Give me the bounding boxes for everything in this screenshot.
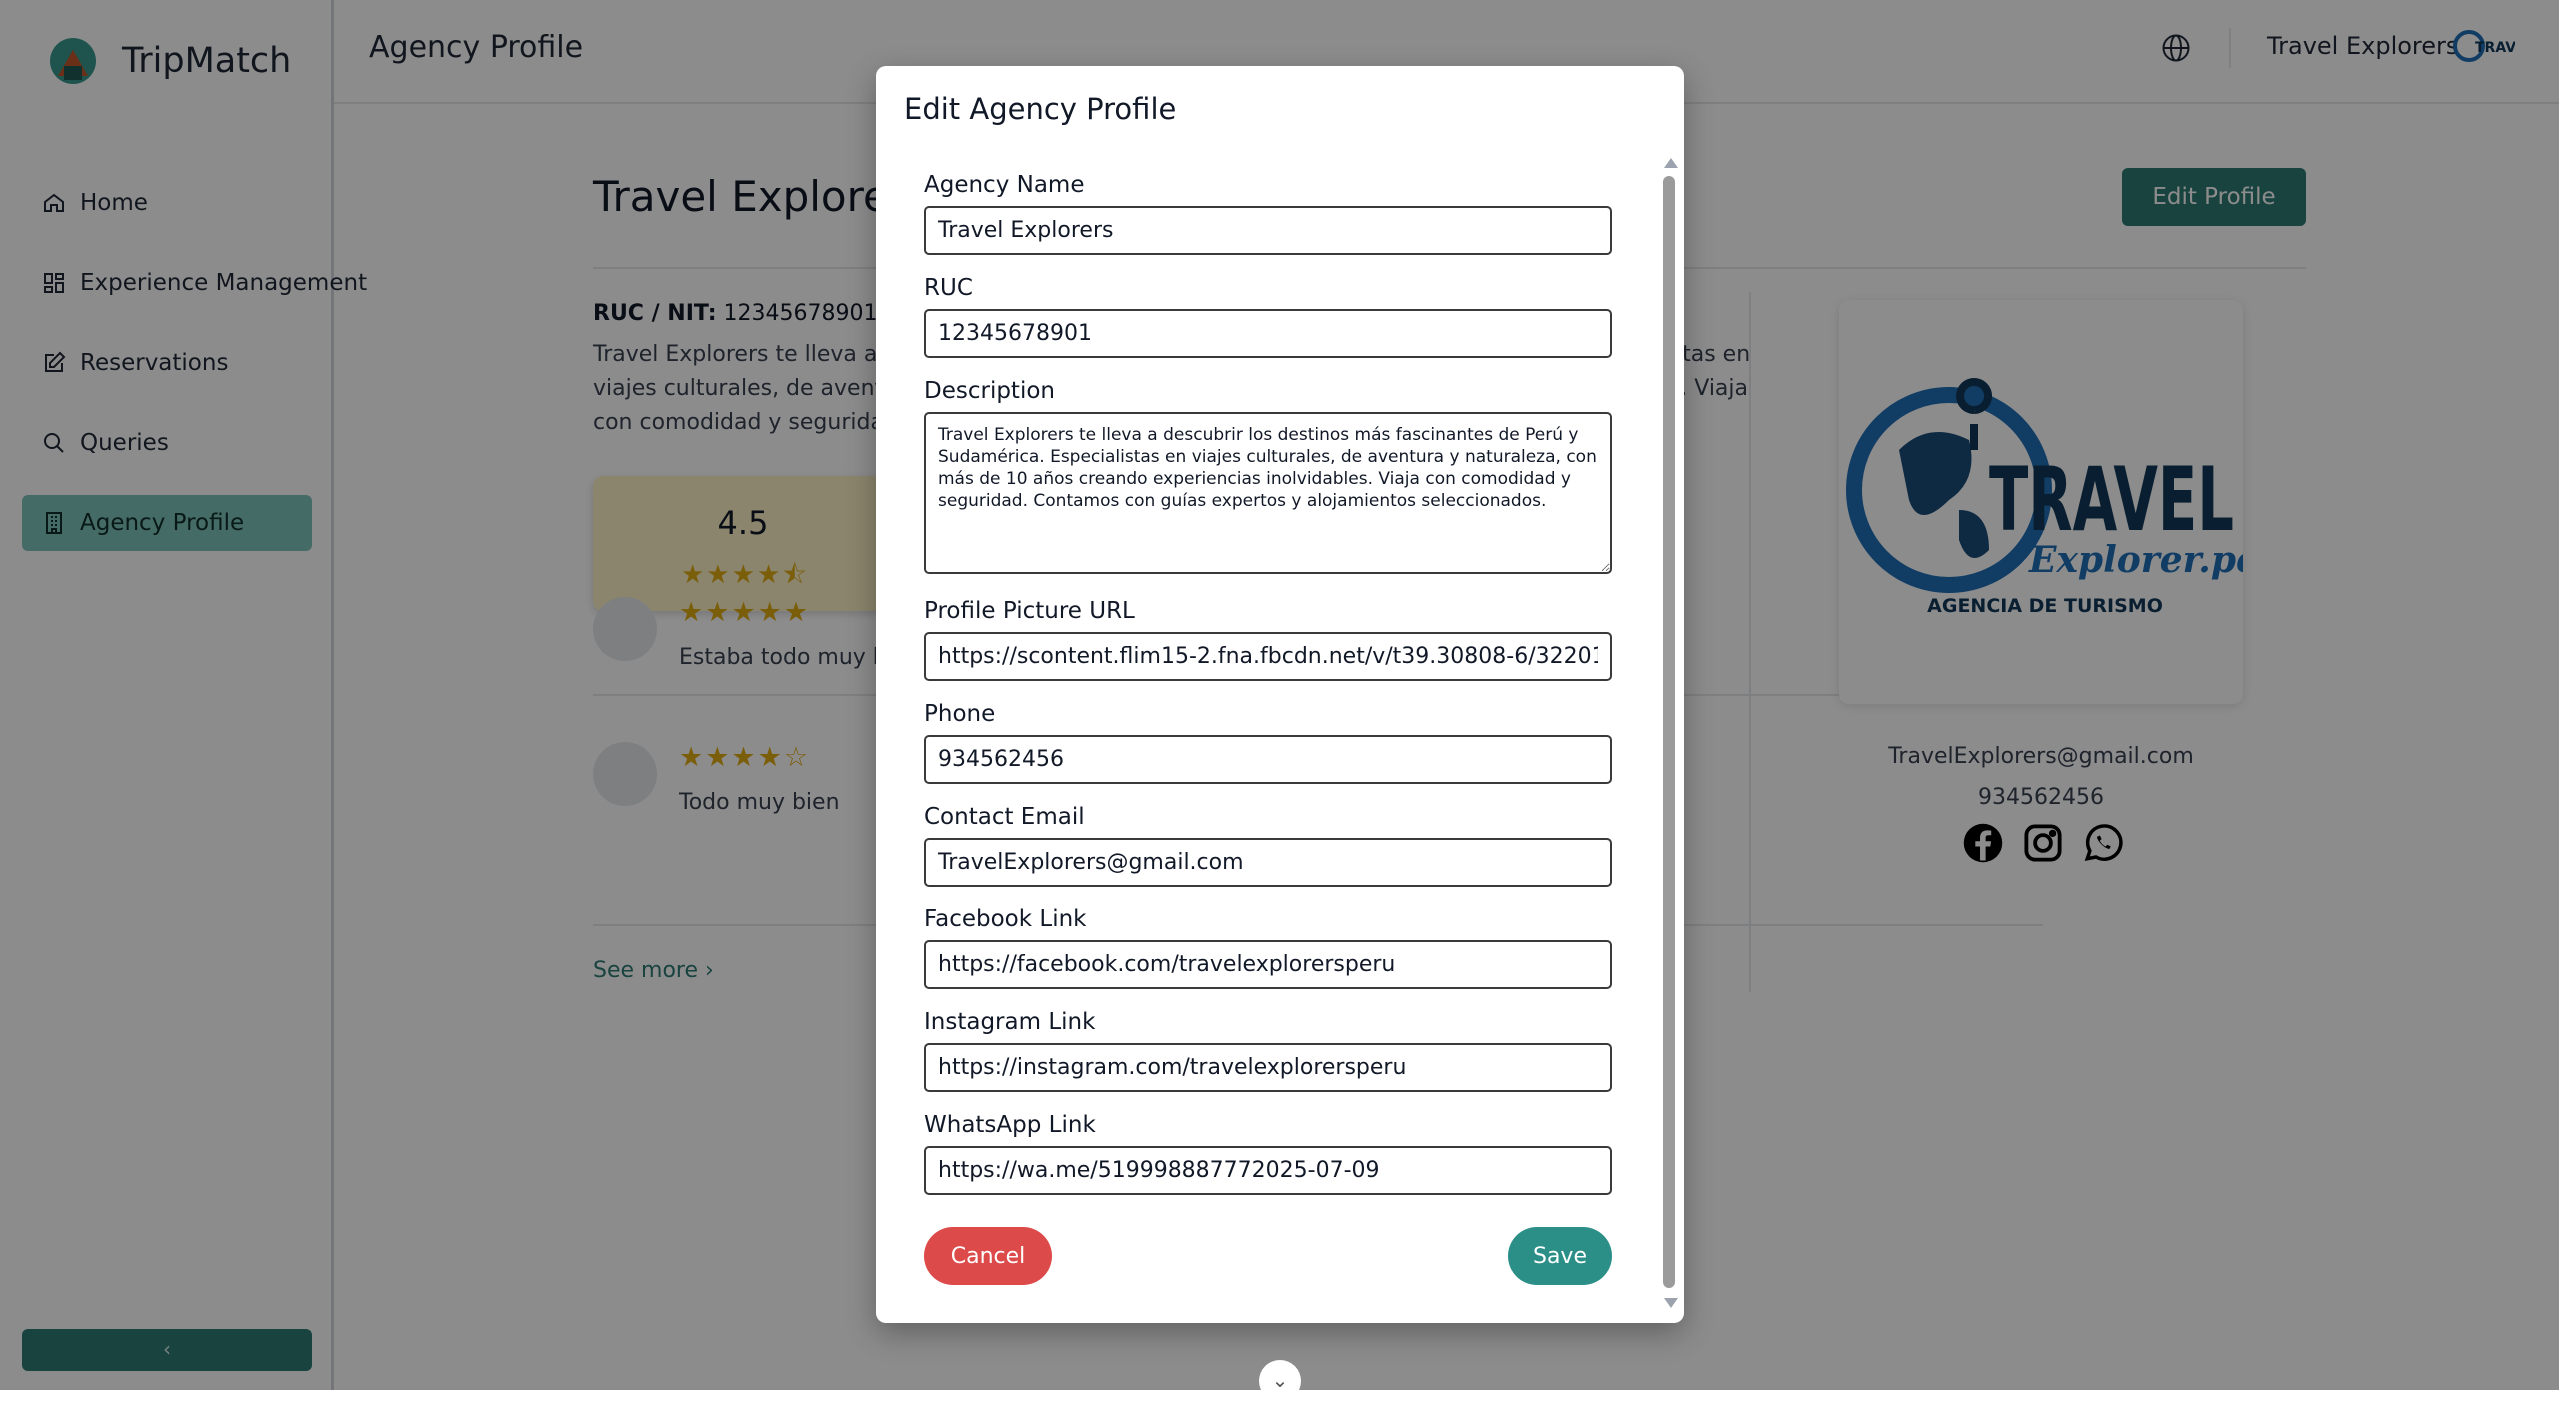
scroll-down-arrow-icon[interactable] [1664,1298,1678,1308]
scroll-up-arrow-icon[interactable] [1664,158,1678,168]
modal-scrollbar[interactable] [1662,158,1678,1308]
phone-input[interactable] [924,735,1612,784]
agency-name-input[interactable] [924,206,1612,255]
ruc-input[interactable] [924,309,1612,358]
phone-label: Phone [924,701,996,727]
instagram-input[interactable] [924,1043,1612,1092]
picture-url-label: Profile Picture URL [924,598,1135,624]
chevron-down-icon[interactable]: ⌄ [1259,1360,1301,1402]
whatsapp-label: WhatsApp Link [924,1112,1096,1138]
picture-url-input[interactable] [924,632,1612,681]
instagram-label: Instagram Link [924,1009,1096,1035]
description-textarea[interactable]: Travel Explorers te lleva a descubrir lo… [924,412,1612,574]
facebook-input[interactable] [924,940,1612,989]
ruc-label: RUC [924,275,973,301]
agency-name-label: Agency Name [924,172,1085,198]
modal-title: Edit Agency Profile [904,92,1177,126]
description-label: Description [924,378,1055,404]
scrollbar-thumb[interactable] [1663,176,1675,1288]
cancel-button[interactable]: Cancel [924,1227,1052,1285]
email-input[interactable] [924,838,1612,887]
save-button[interactable]: Save [1508,1227,1612,1285]
facebook-label: Facebook Link [924,906,1087,932]
edit-agency-profile-modal: Edit Agency Profile Agency Name RUC Desc… [876,66,1684,1323]
email-label: Contact Email [924,804,1085,830]
whatsapp-input[interactable] [924,1146,1612,1195]
